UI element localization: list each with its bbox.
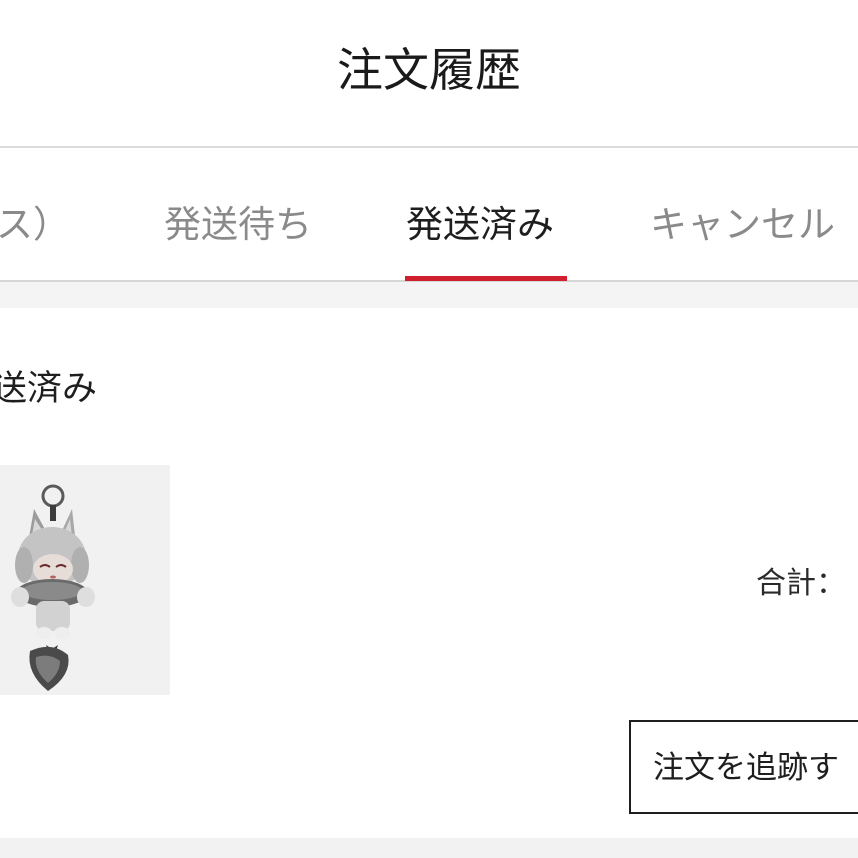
order-total-label: 合計： [756, 566, 846, 601]
fox-girl-keychain-icon [11, 484, 95, 691]
product-thumbnail[interactable] [0, 465, 170, 695]
tab-partial-left[interactable]: ス） [0, 201, 70, 249]
header-bar: 注文履歴 [0, 0, 858, 148]
bottom-separator [0, 838, 858, 858]
tab-shipped[interactable]: 発送済み [406, 201, 554, 249]
tab-awaiting-shipment[interactable]: 発送待ち [164, 201, 312, 249]
active-tab-indicator [405, 276, 567, 281]
order-history-screen: 注文履歴 ス） 発送待ち 発送済み キャンセル 送済み 合計： 注文を追跡す [0, 0, 858, 858]
status-tabs: ス） 発送待ち 発送済み キャンセル [0, 148, 858, 280]
page-title: 注文履歴 [337, 43, 521, 97]
order-status-label: 送済み [0, 369, 98, 409]
tab-cancelled[interactable]: キャンセル [650, 201, 835, 249]
track-order-button-label: 注文を追跡す [653, 750, 839, 786]
order-card[interactable]: 送済み 合計： 注文を追跡す [0, 308, 858, 838]
section-gap [0, 282, 858, 308]
track-order-button[interactable]: 注文を追跡す [629, 720, 858, 814]
